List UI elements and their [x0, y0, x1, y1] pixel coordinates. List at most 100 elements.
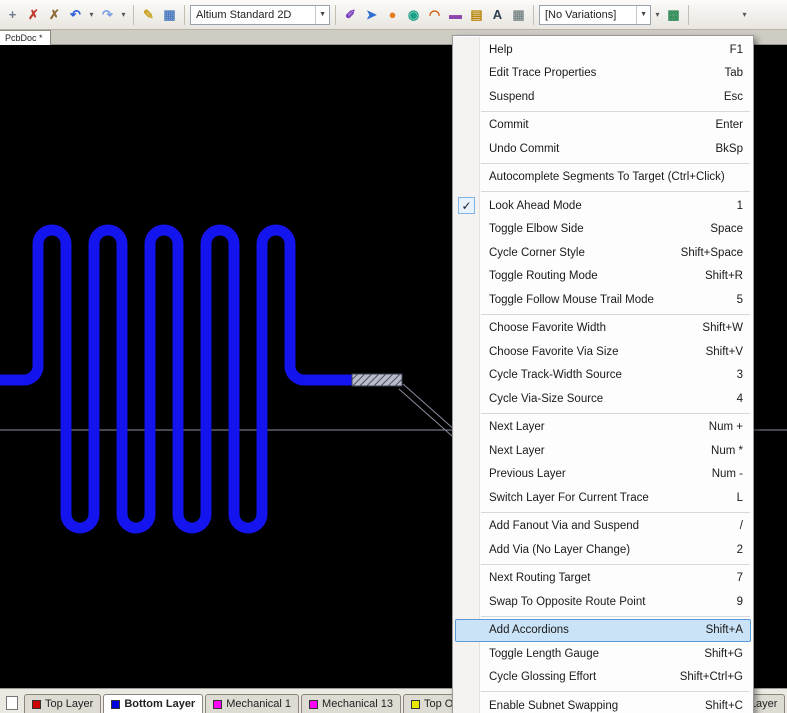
menu-separator — [481, 413, 750, 414]
menu-item-toggle-routing-mode[interactable]: Toggle Routing ModeShift+R — [453, 265, 753, 289]
context-menu: Help F1 Edit Trace PropertiesTabSuspendEsc… — [452, 35, 754, 713]
menu-item-label: Edit Trace Properties — [489, 67, 596, 79]
menu-item-label: Choose Favorite Via Size — [489, 346, 619, 358]
layer-color-swatch — [411, 700, 420, 709]
layer-tab-mechanical-1[interactable]: Mechanical 1 — [205, 694, 299, 713]
layer-color-swatch — [111, 700, 120, 709]
interactive-routing-icon[interactable]: ➤ — [362, 5, 381, 24]
menu-item-shortcut: / — [724, 520, 743, 532]
menu-item-cycle-glossing-effort[interactable]: Cycle Glossing Effort Shift+Ctrl+G — [453, 666, 753, 690]
menu-item-label: Undo Commit — [489, 143, 559, 155]
place-pad-icon[interactable]: ● — [383, 5, 402, 24]
menu-item-next-routing-target[interactable]: Next Routing Target7 — [453, 567, 753, 591]
menu-item-shortcut: Shift+W — [686, 322, 743, 334]
menu-item-add-via-no-layer-change[interactable]: Add Via (No Layer Change) 2 — [453, 538, 753, 562]
redo-dropdown-caret[interactable]: ▾ — [119, 5, 128, 24]
menu-item-add-fanout-via-and-suspend[interactable]: Add Fanout Via and Suspend/ — [453, 515, 753, 539]
menu-item-help[interactable]: Help F1 — [453, 38, 753, 62]
layer-tab-label: Top Layer — [45, 698, 93, 710]
menu-item-shortcut: Space — [694, 223, 743, 235]
place-via-icon[interactable]: ◉ — [404, 5, 423, 24]
magic-wand-icon[interactable]: ✎ — [139, 5, 158, 24]
menu-item-switch-layer-for-current-trace[interactable]: Switch Layer For Current TraceL — [453, 486, 753, 510]
menu-item-label: Help — [489, 44, 513, 56]
place-line-icon[interactable]: ✐ — [341, 5, 360, 24]
menu-item-suspend[interactable]: SuspendEsc — [453, 85, 753, 109]
menu-item-shortcut: Shift+V — [690, 346, 743, 358]
cross-probe-icon[interactable]: ✗ — [24, 5, 43, 24]
menu-separator — [481, 163, 750, 164]
menu-item-label: Swap To Opposite Route Point — [489, 596, 645, 608]
layer-tab-top-layer[interactable]: Top Layer — [24, 694, 101, 713]
menu-item-shortcut: 4 — [721, 393, 743, 405]
sheet-icon[interactable] — [6, 696, 18, 710]
variations-combo-caret-icon[interactable]: ▼ — [636, 6, 647, 24]
menu-item-shortcut: Shift+A — [690, 624, 743, 636]
menu-item-swap-to-opposite-route-point[interactable]: Swap To Opposite Route Point9 — [453, 590, 753, 614]
variant-board-icon[interactable]: ▩ — [664, 5, 683, 24]
menu-item-shortcut: 2 — [721, 544, 743, 556]
filter-clear-icon[interactable]: ✗ — [45, 5, 64, 24]
variations-dropdown-caret[interactable]: ▾ — [653, 5, 662, 24]
menu-item-toggle-follow-mouse-trail-mode[interactable]: Toggle Follow Mouse Trail Mode5 — [453, 288, 753, 312]
layer-color-swatch — [213, 700, 222, 709]
menu-item-commit[interactable]: CommitEnter — [453, 114, 753, 138]
menu-item-previous-layer[interactable]: Previous LayerNum - — [453, 463, 753, 487]
place-arc-icon[interactable]: ◠ — [425, 5, 444, 24]
menu-separator — [481, 314, 750, 315]
menu-item-edit-trace-properties[interactable]: Edit Trace PropertiesTab — [453, 62, 753, 86]
menu-item-cycle-corner-style[interactable]: Cycle Corner StyleShift+Space — [453, 241, 753, 265]
layer-tab-mechanical-13[interactable]: Mechanical 13 — [301, 694, 401, 713]
menu-item-choose-favorite-width[interactable]: Choose Favorite WidthShift+W — [453, 317, 753, 341]
menu-item-add-accordions[interactable]: Add AccordionsShift+A — [455, 619, 751, 643]
menu-item-undo-commit[interactable]: Undo CommitBkSp — [453, 137, 753, 161]
hatched-track-segment[interactable] — [352, 374, 402, 386]
menu-item-shortcut: Num - — [696, 468, 743, 480]
menu-item-label: Add Via (No Layer Change) — [489, 544, 630, 556]
variations-combo[interactable]: [No Variations]▼ — [539, 5, 651, 25]
menu-item-shortcut: Shift+Ctrl+G — [664, 671, 743, 683]
undo-button[interactable]: ↶ — [66, 5, 85, 24]
menu-item-label: Toggle Routing Mode — [489, 270, 598, 282]
menu-item-next-layer[interactable]: Next LayerNum * — [453, 439, 753, 463]
redo-button[interactable]: ↷ — [98, 5, 117, 24]
altium-pcb-editor: +✗✗↶▾↷▾✎▦Altium Standard 2D▼✐➤●◉◠▬▤A▦[No… — [0, 0, 787, 713]
menu-item-shortcut: 3 — [721, 369, 743, 381]
view-configuration-combo-caret-icon[interactable]: ▼ — [315, 6, 326, 24]
toolbar-separator — [533, 5, 534, 25]
menu-item-choose-favorite-via-size[interactable]: Choose Favorite Via Size Shift+V — [453, 340, 753, 364]
toolbar-separator — [335, 5, 336, 25]
menu-separator — [481, 691, 750, 692]
menu-item-next-layer[interactable]: Next LayerNum + — [453, 416, 753, 440]
undo-dropdown-caret[interactable]: ▾ — [87, 5, 96, 24]
place-component-icon[interactable]: ▦ — [509, 5, 528, 24]
layer-tab-bottom-layer[interactable]: Bottom Layer — [103, 694, 203, 713]
menu-item-shortcut: F1 — [714, 44, 743, 56]
menu-item-enable-subnet-swapping[interactable]: Enable Subnet SwappingShift+C — [453, 694, 753, 713]
menu-item-cycle-via-size-source[interactable]: Cycle Via-Size Source 4 — [453, 387, 753, 411]
place-string-icon[interactable]: A — [488, 5, 507, 24]
serpentine-trace[interactable] — [0, 230, 352, 528]
pan-tool-icon[interactable]: + — [3, 5, 22, 24]
place-polygon-icon[interactable]: ▤ — [467, 5, 486, 24]
menu-item-look-ahead-mode[interactable]: ✓Look Ahead Mode1 — [453, 194, 753, 218]
toolbar-separator — [184, 5, 185, 25]
menu-item-autocomplete-segments-to-target-ctrl-click[interactable]: Autocomplete Segments To Target (Ctrl+Cl… — [453, 166, 753, 190]
menu-item-toggle-length-gauge[interactable]: Toggle Length GaugeShift+G — [453, 642, 753, 666]
menu-item-toggle-elbow-side[interactable]: Toggle Elbow Side Space — [453, 218, 753, 242]
view-configuration-combo-value: Altium Standard 2D — [196, 9, 291, 21]
menu-item-label: Toggle Elbow Side — [489, 223, 584, 235]
toolbar-overflow-caret[interactable]: ▾ — [740, 5, 749, 24]
menu-item-shortcut: L — [721, 492, 743, 504]
menu-item-label: Cycle Glossing Effort — [489, 671, 596, 683]
menu-item-label: Cycle Track-Width Source — [489, 369, 622, 381]
grid-manager-icon[interactable]: ▦ — [160, 5, 179, 24]
menu-item-shortcut: Esc — [708, 91, 743, 103]
menu-item-label: Next Layer — [489, 445, 545, 457]
document-tab[interactable]: PcbDoc * — [0, 30, 51, 45]
menu-item-label: Toggle Follow Mouse Trail Mode — [489, 294, 654, 306]
view-configuration-combo[interactable]: Altium Standard 2D ▼ — [190, 5, 330, 25]
menu-item-label: Cycle Via-Size Source — [489, 393, 603, 405]
menu-item-cycle-track-width-source[interactable]: Cycle Track-Width Source 3 — [453, 364, 753, 388]
place-fill-icon[interactable]: ▬ — [446, 5, 465, 24]
